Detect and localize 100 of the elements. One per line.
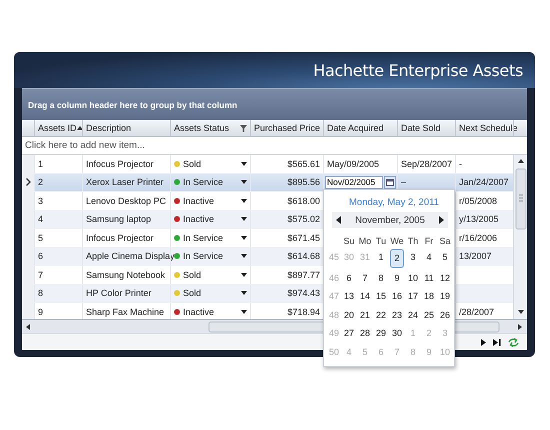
weekday-label: Sa [438, 235, 452, 248]
table-cell: $575.02 [287, 214, 320, 224]
table-cell: $895.56 [287, 177, 320, 188]
table-cell: – [401, 177, 406, 188]
today-link[interactable]: Monday, May 2, 2011 [324, 190, 454, 212]
column-header[interactable]: Purchased Price [250, 120, 323, 136]
calendar-day[interactable]: 3 [405, 248, 421, 266]
next-page-icon[interactable] [481, 338, 486, 346]
table-cell: 13/2007 [459, 251, 492, 262]
table-cell: Infocus Projector [86, 232, 154, 243]
column-label: Description [86, 123, 132, 133]
calendar-day[interactable]: 28 [357, 324, 373, 342]
column-label: Date Sold [401, 123, 441, 133]
calendar-day[interactable]: 1 [373, 248, 389, 266]
table-cell: Xerox Laser Printer [86, 177, 164, 188]
table-cell: Infocus Projector [86, 158, 154, 169]
week-number: 46 [328, 272, 340, 285]
calendar-button[interactable] [384, 176, 396, 189]
weekday-label: Fr [424, 235, 434, 248]
table-cell: Jan/24/2007 [459, 177, 509, 188]
dropdown-caret-icon[interactable] [241, 310, 247, 314]
calendar-day[interactable]: 15 [373, 287, 389, 306]
calendar-day[interactable]: 7 [357, 268, 373, 287]
column-header[interactable]: Assets Status [170, 120, 250, 136]
table-cell: 9 [38, 306, 44, 317]
calendar-icon [386, 178, 394, 186]
calendar-day[interactable]: 18 [421, 287, 437, 306]
column-header[interactable]: Assets ID [34, 120, 82, 136]
calendar-day[interactable]: 30 [389, 324, 405, 342]
calendar-day[interactable]: 2 [390, 249, 404, 268]
column-label: Purchased Price [254, 123, 320, 133]
add-new-row[interactable]: Click here to add new item... [22, 137, 527, 155]
dropdown-caret-icon[interactable] [241, 291, 247, 296]
previous-month-icon[interactable] [336, 216, 341, 224]
table-cell: Samsung Notebook [86, 270, 166, 280]
calendar-day[interactable]: 14 [357, 287, 373, 306]
calendar-day[interactable]: 27 [341, 324, 357, 342]
dropdown-caret-icon[interactable] [241, 217, 247, 222]
table-cell: $974.43 [287, 288, 320, 298]
week-number: 50 [328, 346, 340, 359]
table-cell: y/13/2005 [459, 214, 499, 224]
table-cell: - [459, 158, 462, 169]
next-month-icon[interactable] [439, 216, 444, 224]
table-cell: $718.94 [287, 306, 320, 317]
calendar-day[interactable]: 11 [421, 268, 437, 287]
table-cell: Apple Cinema Display [86, 251, 175, 262]
dropdown-caret-icon[interactable] [241, 180, 247, 184]
last-page-icon[interactable] [493, 338, 501, 346]
dropdown-caret-icon[interactable] [241, 236, 247, 240]
calendar-day[interactable]: 6 [341, 268, 357, 287]
weekday-label: Tu [374, 235, 388, 248]
filter-icon[interactable] [240, 124, 247, 132]
table-cell: Sharp Fax Machine [86, 306, 164, 317]
calendar-day[interactable]: 5 [437, 248, 453, 266]
status-label: In Service [183, 177, 224, 188]
group-panel: Drag a column header here to group by that column [22, 88, 527, 120]
table-cell: 8 [38, 288, 44, 298]
calendar-day[interactable]: 10 [405, 268, 421, 287]
calendar-day[interactable]: 12 [437, 268, 453, 287]
status-label: Sold [183, 270, 202, 280]
column-header[interactable]: Date Sold [397, 120, 455, 136]
table-cell: May/09/2005 [327, 158, 380, 169]
table-cell: $671.45 [287, 232, 320, 243]
date-field[interactable]: Nov/02/2005 [325, 176, 383, 189]
column-header[interactable]: Description [82, 120, 170, 136]
status-label: Inactive [183, 196, 214, 206]
column-label: Date Acquired [327, 123, 384, 133]
calendar-day[interactable]: 17 [405, 287, 421, 306]
vertical-scrollbar[interactable] [513, 155, 527, 319]
status-label: In Service [183, 232, 224, 243]
table-cell: Lenovo Desktop PC [86, 196, 166, 206]
column-header[interactable]: Date Acquired [323, 120, 397, 136]
week-number: 47 [328, 290, 340, 304]
table-cell: Samsung laptop [86, 214, 152, 224]
weekday-label: We [389, 235, 405, 248]
calendar-day[interactable]: 16 [389, 287, 405, 306]
table-cell: 3 [38, 196, 44, 206]
calendar-day[interactable]: 9 [389, 268, 405, 287]
calendar-day[interactable]: 19 [437, 287, 453, 306]
calendar-day[interactable]: 29 [373, 324, 389, 342]
calendar-day[interactable]: 8 [373, 268, 389, 287]
week-number: 48 [328, 308, 340, 322]
dropdown-caret-icon[interactable] [241, 254, 247, 258]
table-cell: $614.68 [287, 251, 320, 262]
status-label: Inactive [183, 306, 214, 317]
dropdown-caret-icon[interactable] [241, 162, 247, 166]
dropdown-caret-icon[interactable] [241, 198, 247, 203]
table-cell: 5 [38, 232, 44, 243]
status-label: Sold [183, 288, 202, 298]
table-cell: $565.61 [287, 158, 320, 169]
dropdown-caret-icon[interactable] [241, 272, 247, 277]
table-row[interactable]: 2 Xerox Laser Printer In Service $895.56 Nov/02/2005 – Jan/24/2007 [22, 174, 513, 192]
status-label: In Service [183, 251, 224, 262]
sort-ascending-icon[interactable] [76, 126, 83, 130]
calendar-day[interactable]: 4 [421, 248, 437, 266]
refresh-icon[interactable] [508, 338, 519, 346]
table-cell: HP Color Printer [86, 288, 152, 298]
calendar-day[interactable]: 13 [341, 287, 357, 306]
status-label: Inactive [183, 214, 214, 224]
week-number: 49 [328, 327, 340, 340]
